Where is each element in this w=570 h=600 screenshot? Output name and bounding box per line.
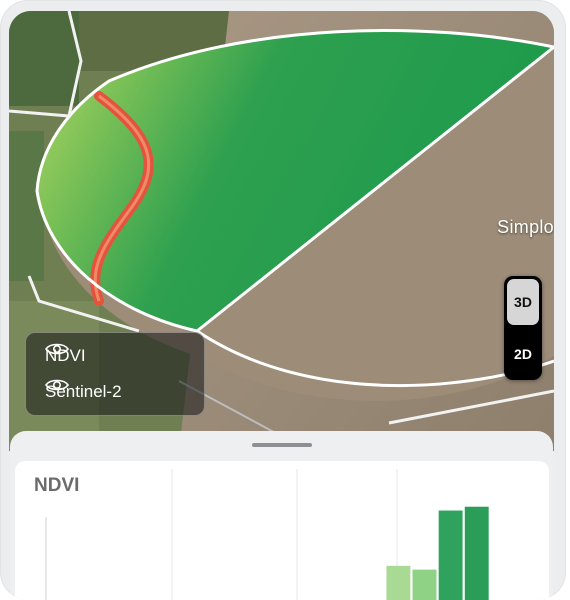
histogram-bar xyxy=(438,510,463,600)
app-window: Simplo 3D 2D NDVI Sentinel-2 NDVI xyxy=(0,0,566,600)
eye-icon[interactable] xyxy=(45,377,69,393)
ndvi-histogram-chart xyxy=(45,469,489,600)
sheet-drag-handle[interactable] xyxy=(252,443,312,447)
map-view[interactable]: Simplo 3D 2D NDVI Sentinel-2 xyxy=(9,11,554,451)
map-place-label: Simplo xyxy=(497,217,554,237)
histogram-bar xyxy=(386,565,411,600)
layer-row-ndvi[interactable]: NDVI xyxy=(45,341,187,371)
view-2d-button[interactable]: 2D xyxy=(507,331,539,377)
histogram-bar xyxy=(464,506,489,600)
bottom-sheet: NDVI xyxy=(10,431,553,600)
map-field-tile xyxy=(9,11,79,106)
histogram-bar xyxy=(412,569,437,600)
view-mode-toggle[interactable]: 3D 2D xyxy=(504,276,542,380)
ndvi-histogram-card: NDVI xyxy=(15,461,549,600)
eye-icon[interactable] xyxy=(45,341,69,357)
layer-row-sentinel[interactable]: Sentinel-2 xyxy=(45,377,187,407)
layer-panel: NDVI Sentinel-2 xyxy=(25,332,205,416)
view-3d-button[interactable]: 3D xyxy=(507,279,539,325)
